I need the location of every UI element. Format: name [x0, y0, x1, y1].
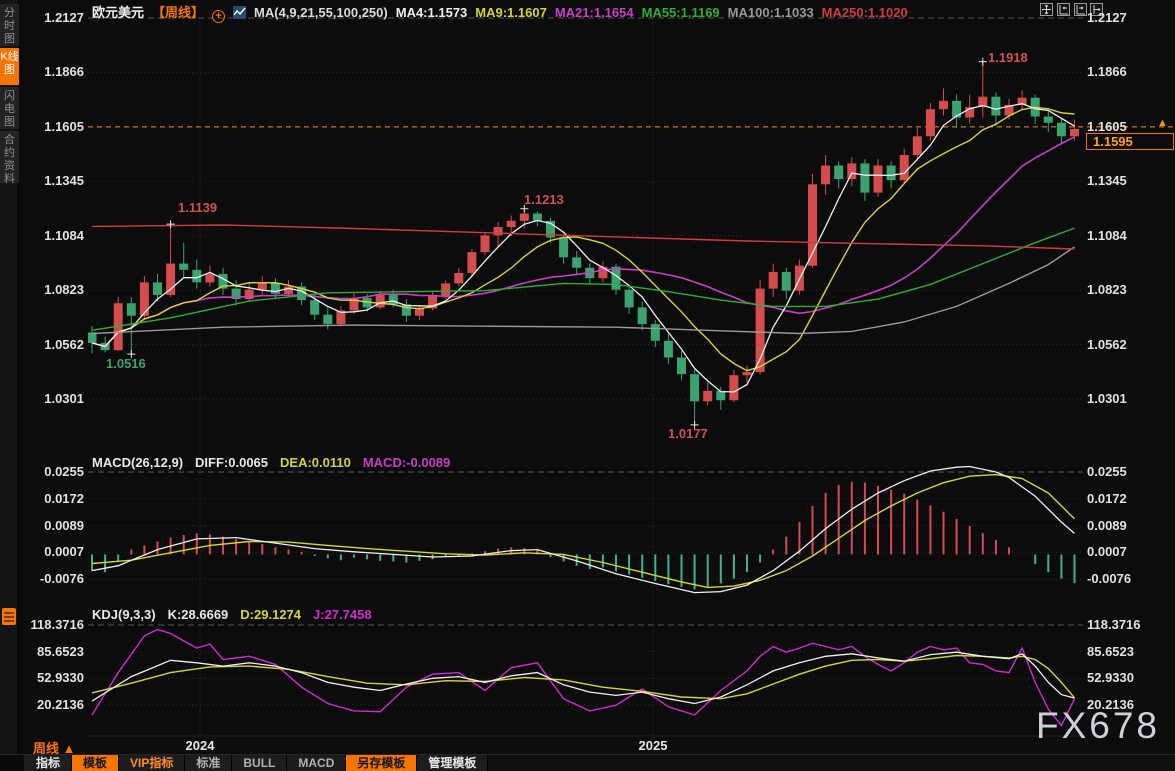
ma9-line: [92, 107, 1075, 370]
macd-macd-value: MACD:-0.0089: [363, 455, 450, 470]
kdj-tick-left: 20.2136: [0, 697, 84, 712]
macd-tick-left: -0.0076: [0, 571, 84, 586]
price-tick-left: 1.0823: [0, 282, 84, 297]
price-tick-right: 1.2127: [1087, 10, 1173, 25]
ma-value: MA9:1.1607: [475, 5, 547, 20]
price-tick-right: 1.1866: [1087, 64, 1173, 79]
bottom-toolbar: 指标模板VIP指标标准BULLMACD另存模板管理模板: [0, 754, 1175, 771]
macd-dea-line: [92, 475, 1075, 588]
ma-value: MA55:1.1169: [642, 5, 720, 20]
toolbar-corner: [0, 755, 25, 771]
chart-application: 分时图K线图闪电图合约资料 欧元美元【周线】+MA(4,9,21,55,100,…: [0, 0, 1175, 771]
year-label: 2025: [613, 738, 693, 753]
macd-tick-left: 0.0007: [0, 544, 84, 559]
macd-dea-value: DEA:0.0110: [280, 455, 351, 470]
kdj-tick-left: 52.9330: [0, 670, 84, 685]
macd-diff-value: DIFF:0.0065: [195, 455, 268, 470]
zoom-out-axis-icon[interactable]: [1057, 3, 1070, 16]
price-tick-left: 1.1605: [0, 119, 84, 134]
chart-type-icon[interactable]: [233, 6, 246, 19]
kdj-d-value: D:29.1274: [240, 607, 301, 622]
pan-tool-icon[interactable]: [1040, 3, 1053, 16]
annotation-high-1: 1.1139: [178, 200, 217, 215]
kdj-tick-left: 85.6523: [0, 644, 84, 659]
toolbar-tab-BULL[interactable]: BULL: [232, 755, 287, 771]
kdj-legend: KDJ(9,3,3) K:28.6669 D:29.1274 J:27.7458: [92, 607, 384, 622]
chart-header: 欧元美元【周线】+MA(4,9,21,55,100,250)MA4:1.1573…: [92, 2, 924, 18]
toolbar-tab-模板[interactable]: 模板: [72, 755, 119, 771]
kdj-title: KDJ(9,3,3): [92, 607, 156, 622]
price-tick-right: 1.0562: [1087, 337, 1173, 352]
kdj-d-line: [92, 656, 1075, 699]
period-tag: 【周线】: [152, 5, 204, 20]
macd-tick-left: 0.0089: [0, 518, 84, 533]
macd-tick-right: 0.0007: [1087, 544, 1173, 559]
add-indicator-icon[interactable]: +: [212, 10, 225, 23]
ma-value: MA250:1.1020: [822, 5, 908, 20]
kdj-tick-left: 118.3716: [0, 617, 84, 632]
candlesticks: [88, 62, 1080, 425]
last-price-marker-icon: ▲: [1157, 117, 1168, 129]
macd-tick-right: 0.0255: [1087, 464, 1173, 479]
price-tick-right: 1.0823: [1087, 282, 1173, 297]
price-tick-left: 1.1084: [0, 228, 84, 243]
ma-value: MA100:1.1033: [728, 5, 814, 20]
ma250-line: [92, 225, 1075, 249]
price-tick-right: 1.1084: [1087, 228, 1173, 243]
ma-value: MA21:1.1654: [555, 5, 634, 20]
macd-legend: MACD(26,12,9) DIFF:0.0065 DEA:0.0110 MACD:-…: [92, 455, 462, 470]
symbol-title: 欧元美元: [92, 5, 144, 20]
toolbar-tab-指标[interactable]: 指标: [25, 755, 72, 771]
x-axis-strip: 周线 ▲ 20242025: [19, 737, 1175, 754]
kdj-k-line: [92, 652, 1075, 703]
macd-tick-right: 0.0172: [1087, 491, 1173, 506]
macd-tick-right: 0.0089: [1087, 518, 1173, 533]
annotation-high-2: 1.1213: [524, 192, 564, 207]
macd-tick-left: 0.0255: [0, 464, 84, 479]
price-tick-right: 1.1345: [1087, 173, 1173, 188]
toolbar-tab-另存模板[interactable]: 另存模板: [346, 755, 417, 771]
macd-tick-right: -0.0076: [1087, 571, 1173, 586]
ma-value: MA4:1.1573: [396, 5, 468, 20]
macd-histogram: [92, 482, 1075, 590]
zoom-in-axis-icon[interactable]: [1074, 3, 1087, 16]
toolbar-tab-标准[interactable]: 标准: [185, 755, 232, 771]
annotation-high-3: 1.1918: [988, 50, 1028, 65]
macd-tick-left: 0.0172: [0, 491, 84, 506]
toolbar-tab-VIP指标[interactable]: VIP指标: [119, 755, 185, 771]
watermark: FX678: [1036, 705, 1160, 747]
kdj-k-value: K:28.6669: [168, 607, 229, 622]
current-price-tag: 1.1595: [1086, 133, 1174, 150]
toolbar-tab-MACD[interactable]: MACD: [287, 755, 346, 771]
macd-title: MACD(26,12,9): [92, 455, 183, 470]
ma4-line: [92, 104, 1075, 392]
kdj-tick-right: 118.3716: [1087, 617, 1173, 632]
macd-diff-line: [92, 467, 1075, 593]
price-tick-left: 1.0301: [0, 391, 84, 406]
price-tick-left: 1.1345: [0, 173, 84, 188]
year-label: 2024: [160, 738, 240, 753]
ma-params-label: MA(4,9,21,55,100,250): [254, 5, 388, 20]
price-tick-left: 1.0562: [0, 337, 84, 352]
kdj-tick-right: 52.9330: [1087, 670, 1173, 685]
kdj-j-line: [92, 629, 1075, 725]
kdj-j-value: J:27.7458: [313, 607, 372, 622]
ma-values: MA4:1.1573 MA9:1.1607 MA21:1.1654 MA55:1.11…: [396, 5, 916, 20]
toolbar-tab-管理模板[interactable]: 管理模板: [417, 755, 488, 771]
price-tick-right: 1.0301: [1087, 391, 1173, 406]
annotation-low-2: 1.0177: [668, 426, 708, 441]
price-tick-left: 1.2127: [0, 10, 84, 25]
chart-canvas[interactable]: [0, 0, 1175, 771]
price-tick-left: 1.1866: [0, 64, 84, 79]
annotation-low-1: 1.0516: [106, 356, 146, 371]
kdj-tick-right: 85.6523: [1087, 644, 1173, 659]
